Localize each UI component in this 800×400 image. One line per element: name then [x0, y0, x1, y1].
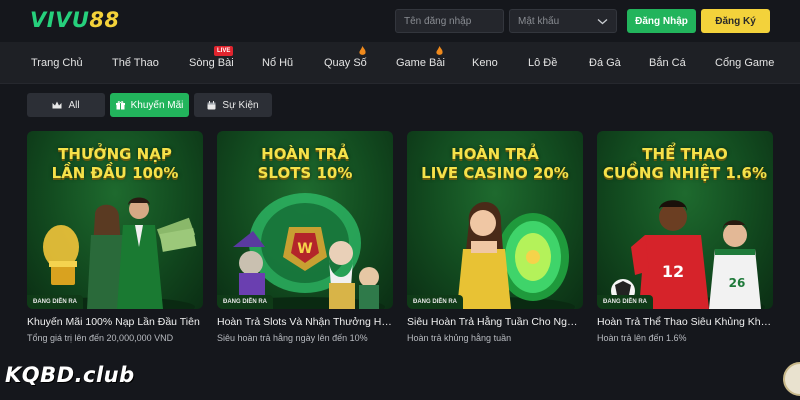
status-badge: ĐANG DIỄN RA — [217, 295, 274, 309]
tab-events-label: Sự Kiện — [222, 99, 259, 111]
promo-illustration: W — [225, 193, 385, 309]
promo-illustration — [35, 197, 197, 309]
nav-item-ban-ca[interactable]: Bắn Cá — [649, 42, 686, 84]
username-input[interactable] — [395, 9, 504, 33]
main-nav: Trang Chủ Thể Thao Sòng Bài LIVE Nổ Hũ Q… — [0, 42, 800, 84]
tab-promotions-label: Khuyến Mãi — [130, 99, 184, 111]
top-bar: VIVU88 Đăng Nhập Đăng Ký — [0, 0, 800, 42]
crown-icon — [52, 101, 62, 109]
promo-banner-title: HOÀN TRẢ LIVE CASINO 20% — [421, 145, 569, 182]
promo-banner-title: THƯỞNG NẠP LẦN ĐẦU 100% — [51, 145, 179, 182]
nav-item-keno[interactable]: Keno — [472, 42, 498, 84]
nav-item-lo-de[interactable]: Lô Đề — [528, 42, 557, 84]
tab-events[interactable]: Sự Kiện — [194, 93, 272, 117]
promo-card[interactable]: THƯỞNG NẠP LẦN ĐẦU 100% ĐANG DIỄN RA — [27, 131, 203, 309]
promo-illustration: 12 26 — [605, 200, 765, 309]
status-badge: ĐANG DIỄN RA — [27, 295, 84, 309]
tab-promotions[interactable]: Khuyến Mãi — [110, 93, 189, 117]
promo-subtitle: Hoàn trả khủng hằng tuần — [407, 333, 512, 343]
promo-subtitle: Hoàn trả lên đến 1.6% — [597, 333, 687, 343]
live-badge: LIVE — [214, 46, 234, 56]
promo-illustration — [415, 201, 575, 309]
promo-title[interactable]: Siêu Hoàn Trả Hằng Tuần Cho Người Chơi — [407, 316, 583, 328]
nav-item-no-hu[interactable]: Nổ Hũ — [262, 42, 293, 84]
calendar-icon — [207, 100, 216, 109]
promo-title[interactable]: Khuyến Mãi 100% Nạp Lần Đầu Tiên — [27, 316, 203, 328]
login-button[interactable]: Đăng Nhập — [627, 9, 696, 33]
promo-card[interactable]: HOÀN TRẢ SLOTS 10% W ĐANG DIỄN RA — [217, 131, 393, 309]
nav-item-cong-game[interactable]: Cổng Game — [715, 42, 774, 84]
promo-title[interactable]: Hoàn Trả Slots Và Nhận Thưởng Hấp Dẫn — [217, 316, 393, 328]
promo-subtitle: Siêu hoàn trả hằng ngày lên đến 10% — [217, 333, 368, 343]
status-badge: ĐANG DIỄN RA — [407, 295, 464, 309]
eye-icon[interactable] — [596, 16, 608, 26]
svg-text:12: 12 — [662, 262, 684, 281]
flame-icon — [359, 46, 366, 55]
promo-subtitle: Tổng giá trị lên đến 20,000,000 VND — [27, 333, 174, 343]
site-watermark: KQBD.club — [5, 363, 135, 387]
flame-icon — [436, 46, 443, 55]
svg-text:26: 26 — [729, 276, 746, 290]
status-badge: ĐANG DIỄN RA — [597, 295, 654, 309]
nav-item-trang-chu[interactable]: Trang Chủ — [31, 42, 83, 84]
tab-all[interactable]: All — [27, 93, 105, 117]
gift-icon — [115, 100, 125, 110]
tab-all-label: All — [68, 99, 80, 111]
chat-widget-icon[interactable] — [783, 362, 800, 396]
promo-card[interactable]: HOÀN TRẢ LIVE CASINO 20% ĐANG DIỄN RA — [407, 131, 583, 309]
promo-title[interactable]: Hoàn Trả Thể Thao Siêu Khủng Không Giới … — [597, 316, 773, 328]
promo-card[interactable]: THỂ THAO CUỒNG NHIỆT 1.6% 12 26 ĐANG DIỄ… — [597, 131, 773, 309]
site-logo[interactable]: VIVU88 — [30, 8, 120, 32]
nav-item-the-thao[interactable]: Thể Thao — [112, 42, 159, 84]
promo-banner-title: HOÀN TRẢ SLOTS 10% — [257, 145, 353, 182]
promo-banner-title: THỂ THAO CUỒNG NHIỆT 1.6% — [602, 145, 768, 182]
nav-item-da-ga[interactable]: Đá Gà — [589, 42, 621, 84]
register-button[interactable]: Đăng Ký — [701, 9, 770, 33]
svg-text:W: W — [297, 241, 312, 257]
